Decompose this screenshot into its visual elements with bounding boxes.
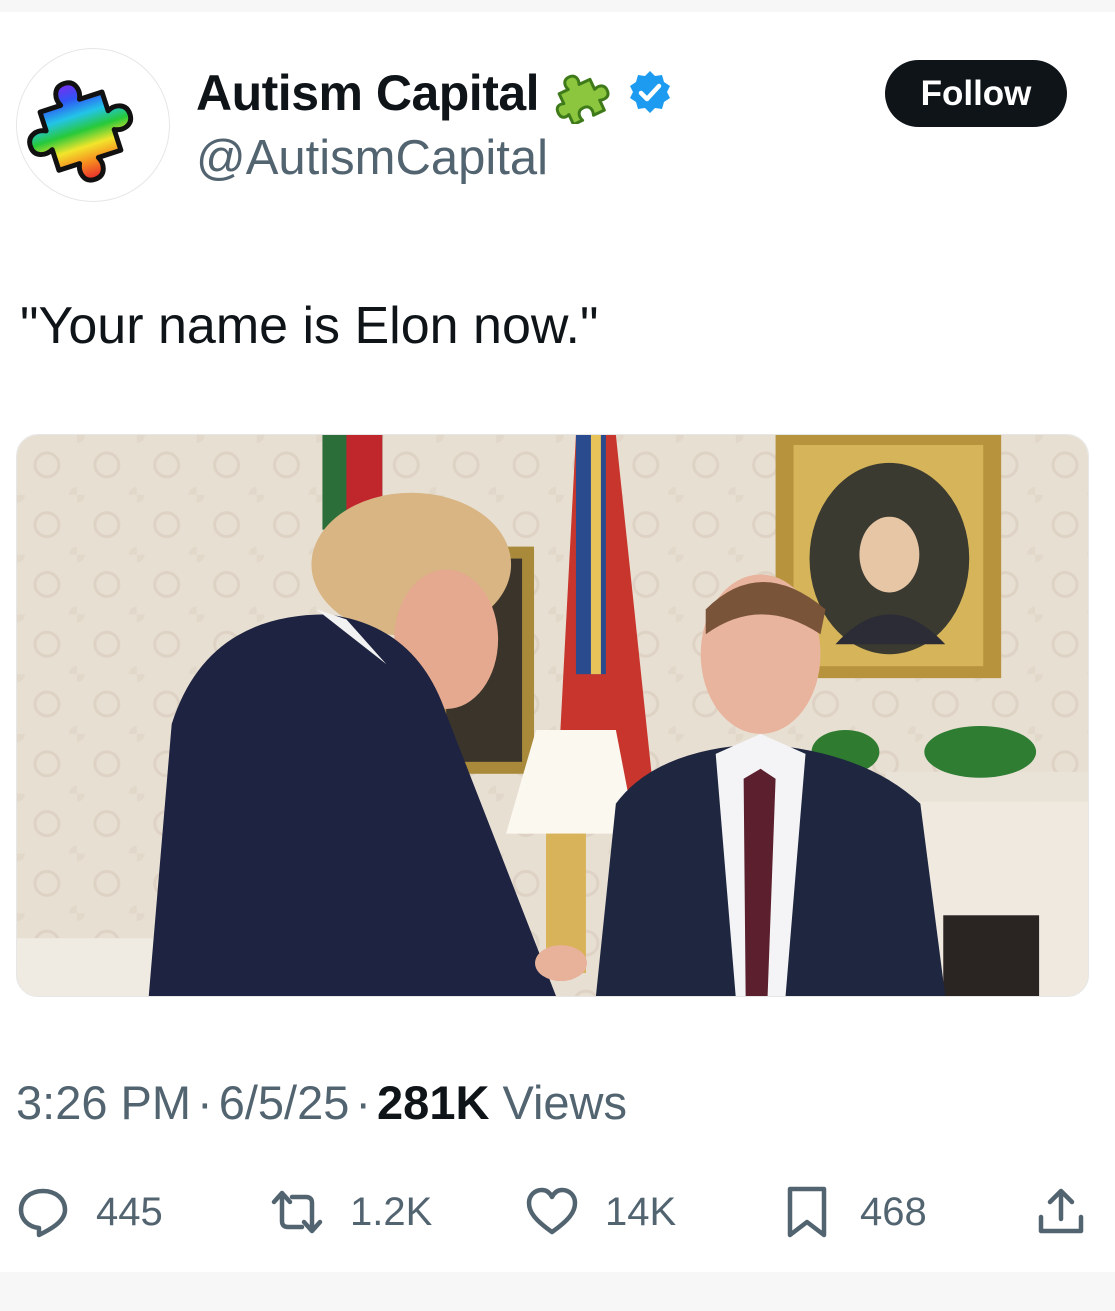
tweet-meta: 3:26 PM · 6/5/25 · 281K Views: [16, 1075, 627, 1130]
repost-button[interactable]: 1.2K: [270, 1180, 432, 1244]
top-divider: [0, 0, 1115, 12]
bookmark-count: 468: [860, 1189, 927, 1234]
share-icon: [1038, 1188, 1084, 1234]
follow-button[interactable]: Follow: [885, 60, 1067, 127]
author-avatar[interactable]: [16, 48, 170, 202]
tweet-date[interactable]: 6/5/25: [219, 1076, 350, 1129]
meta-separator: ·: [197, 1076, 213, 1129]
like-button[interactable]: 14K: [525, 1180, 676, 1244]
rainbow-puzzle-piece-icon: [27, 80, 134, 183]
bottom-divider: [0, 1272, 1115, 1311]
views-label: Views: [502, 1076, 627, 1129]
photo: [17, 435, 1088, 996]
author-handle[interactable]: @AutismCapital: [196, 130, 548, 186]
bookmark-icon: [787, 1186, 827, 1238]
share-button[interactable]: [1034, 1180, 1088, 1244]
reply-icon: [18, 1188, 68, 1238]
author-name-row[interactable]: Autism Capital: [196, 62, 675, 124]
like-count: 14K: [605, 1189, 677, 1234]
repost-icon: [271, 1190, 323, 1234]
views-count: 281K: [377, 1076, 490, 1129]
puzzle-piece-emoji-icon: [555, 74, 610, 124]
tweet-time[interactable]: 3:26 PM: [16, 1076, 191, 1129]
verified-badge-icon: [630, 71, 671, 113]
heart-icon: [526, 1187, 578, 1235]
repost-count: 1.2K: [350, 1189, 433, 1234]
action-bar: 445 1.2K 14K 468: [0, 1180, 1115, 1244]
tweet-photo[interactable]: [16, 434, 1089, 997]
tweet-text: "Your name is Elon now.": [20, 297, 599, 355]
author-display-name[interactable]: Autism Capital: [196, 64, 540, 122]
meta-separator: ·: [355, 1076, 372, 1129]
reply-count: 445: [96, 1189, 163, 1234]
reply-button[interactable]: 445: [16, 1180, 163, 1244]
bookmark-button[interactable]: 468: [780, 1180, 927, 1244]
